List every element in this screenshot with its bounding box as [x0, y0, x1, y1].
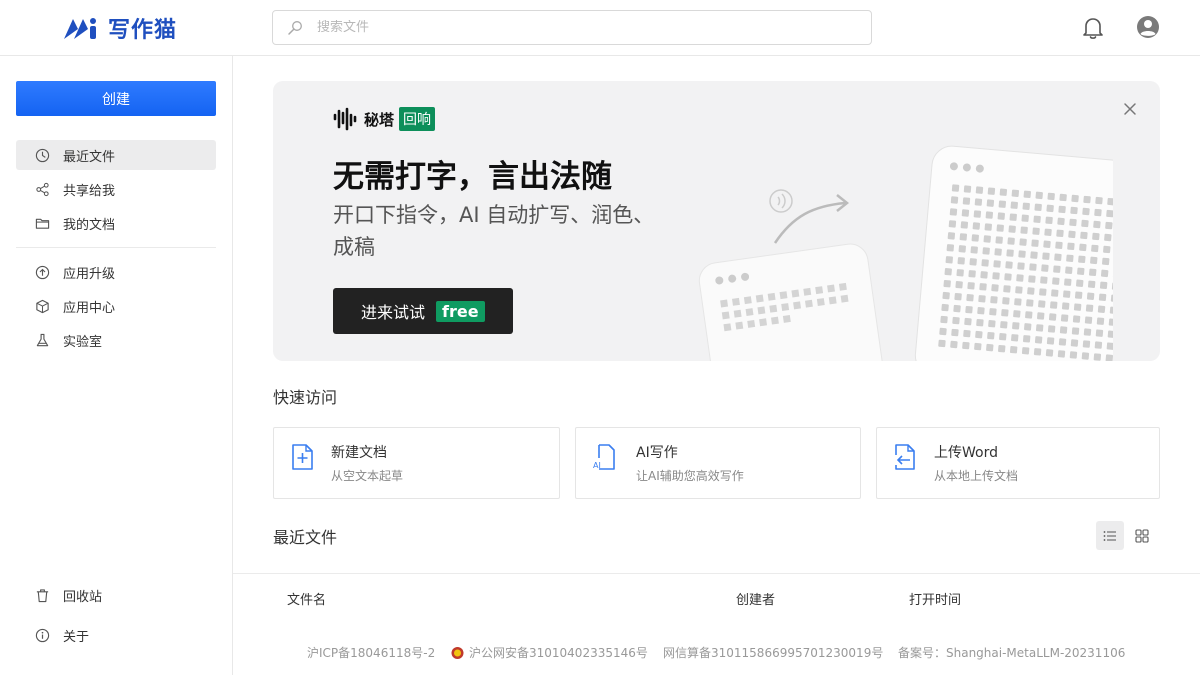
try-now-button[interactable]: 进来试试 free — [333, 288, 513, 334]
column-header-opened-time[interactable]: 打开时间 — [909, 589, 961, 608]
card-subtitle: 从本地上传文档 — [934, 469, 1019, 483]
search-icon — [288, 20, 302, 35]
police-badge-icon — [451, 646, 464, 659]
column-header-filename[interactable]: 文件名 — [287, 589, 326, 608]
trash-icon — [36, 588, 49, 602]
sidebar-item-label: 实验室 — [63, 334, 103, 350]
sidebar-item-shared[interactable]: 共享给我 — [16, 174, 216, 204]
sidebar-item-label: 我的文档 — [63, 217, 116, 233]
svg-text:AI: AI — [593, 461, 601, 470]
card-title: 上传Word — [934, 445, 998, 461]
footer-algorithm-record[interactable]: 网信算备310115866995701230019号 — [663, 644, 883, 661]
banner-subline: 开口下指令，AI 自动扩写、润色、成稿 — [333, 203, 655, 259]
free-badge: free — [436, 300, 485, 322]
banner-headline: 无需打字，言出法随 — [333, 159, 612, 195]
sidebar-item-label: 关于 — [63, 629, 90, 645]
card-title: 新建文档 — [331, 445, 387, 461]
footer-police-record[interactable]: 沪公网安备31010402335146号 — [451, 644, 648, 661]
clock-icon — [35, 148, 50, 162]
footer-icp-link[interactable]: 沪ICP备18046118号-2 — [307, 644, 435, 661]
logo-text: 写作猫 — [108, 17, 178, 43]
sidebar: 创建 最近文件 共享给我 我的文档 应用升级 应用中心 实验室 回收站 关于 — [0, 56, 233, 675]
sidebar-item-label: 最近文件 — [63, 149, 116, 165]
sidebar-item-label: 回收站 — [63, 589, 103, 605]
banner-brand-name: 秘塔 — [364, 110, 395, 129]
new-document-card[interactable]: 新建文档 从空文本起草 — [273, 427, 560, 499]
close-icon[interactable] — [1123, 102, 1137, 116]
logo-mark-icon — [64, 18, 96, 39]
card-subtitle: 让AI辅助您高效写作 — [636, 469, 744, 483]
cube-icon — [36, 299, 49, 313]
sidebar-item-my-docs[interactable]: 我的文档 — [16, 208, 216, 238]
card-title: AI写作 — [636, 445, 678, 461]
ai-writing-card[interactable]: AI AI写作 让AI辅助您高效写作 — [575, 427, 861, 499]
column-header-creator[interactable]: 创建者 — [736, 589, 775, 608]
sidebar-item-upgrade[interactable]: 应用升级 — [16, 257, 216, 287]
recent-files-title: 最近文件 — [273, 528, 338, 547]
sidebar-item-recent[interactable]: 最近文件 — [16, 140, 216, 170]
user-avatar-icon[interactable] — [1136, 15, 1160, 39]
sidebar-item-app-center[interactable]: 应用中心 — [16, 291, 216, 321]
sidebar-divider — [16, 247, 216, 248]
info-icon — [35, 628, 50, 642]
search-input[interactable] — [317, 20, 837, 35]
voice-device-illustration — [698, 145, 1113, 361]
banner-brand-tag: 回响 — [399, 107, 436, 131]
sidebar-item-label: 共享给我 — [63, 183, 116, 199]
folder-icon — [35, 218, 50, 229]
notification-bell-icon[interactable] — [1082, 16, 1104, 40]
promo-banner: 秘塔 回响 无需打字，言出法随 开口下指令，AI 自动扩写、润色、成稿 进来试试… — [273, 81, 1160, 361]
card-subtitle: 从空文本起草 — [331, 469, 404, 483]
list-view-button[interactable] — [1096, 521, 1124, 550]
sidebar-item-trash[interactable]: 回收站 — [16, 580, 216, 610]
grid-view-button[interactable] — [1128, 521, 1156, 550]
flask-icon — [36, 333, 49, 346]
upload-doc-icon — [895, 444, 915, 470]
footer-model-record[interactable]: 备案号：Shanghai-MetaLLM-20231106 — [898, 644, 1125, 661]
sidebar-item-lab[interactable]: 实验室 — [16, 325, 216, 355]
top-bar: 写作猫 — [0, 0, 1200, 56]
banner-brand: 秘塔 回响 — [333, 107, 436, 131]
list-view-icon — [1103, 530, 1116, 541]
sidebar-item-label: 应用中心 — [63, 300, 116, 316]
new-doc-icon — [292, 444, 313, 470]
sidebar-item-label: 应用升级 — [63, 266, 116, 282]
ai-doc-icon: AI — [593, 444, 615, 470]
sidebar-item-about[interactable]: 关于 — [16, 620, 216, 650]
share-icon — [36, 182, 49, 196]
create-button[interactable]: 创建 — [16, 81, 216, 116]
app-logo[interactable]: 写作猫 — [62, 12, 177, 44]
quick-access-title: 快速访问 — [273, 388, 338, 407]
footer-police-text: 沪公网安备31010402335146号 — [469, 646, 648, 660]
upload-word-card[interactable]: 上传Word 从本地上传文档 — [876, 427, 1160, 499]
sound-wave-logo-icon — [333, 107, 357, 131]
grid-view-icon — [1135, 528, 1149, 543]
search-box[interactable] — [272, 10, 872, 45]
table-divider — [233, 573, 1200, 574]
try-now-label: 进来试试 — [361, 303, 426, 322]
upgrade-icon — [35, 265, 50, 279]
